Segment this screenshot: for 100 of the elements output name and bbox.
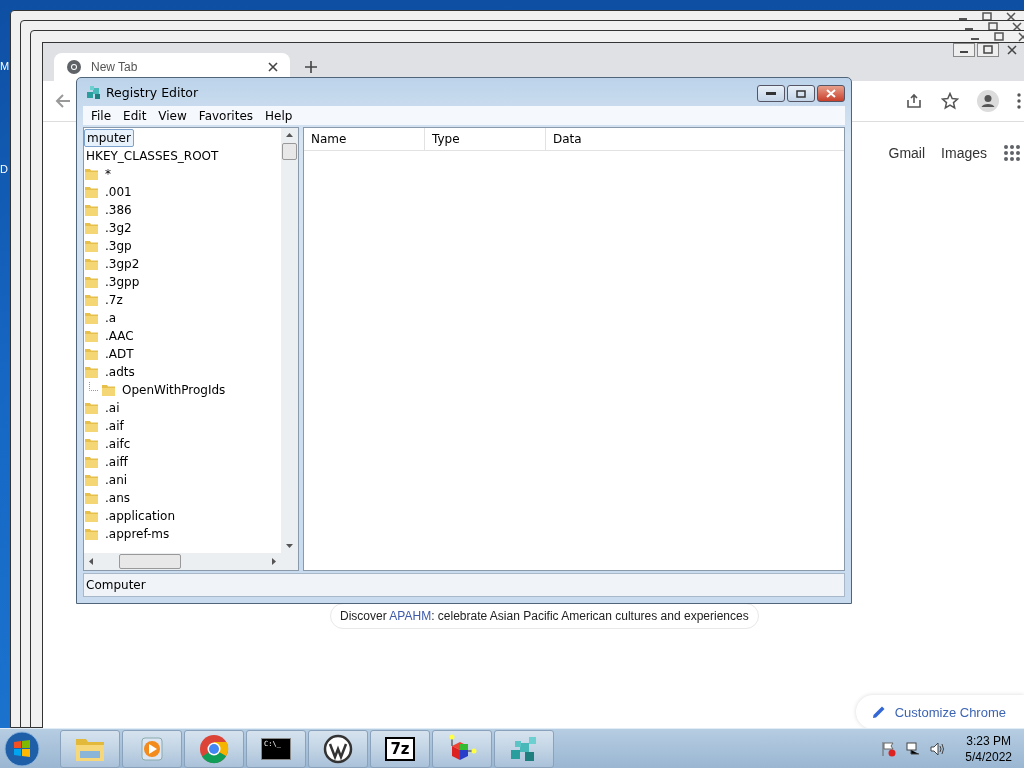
customize-chrome-button[interactable]: Customize Chrome — [855, 695, 1024, 729]
maximize-icon[interactable] — [991, 32, 1007, 42]
column-header[interactable]: Data — [546, 128, 844, 150]
tree-item[interactable]: .3gp2 — [105, 257, 140, 271]
tree-item[interactable]: .001 — [105, 185, 132, 199]
close-icon[interactable] — [1003, 12, 1019, 22]
taskbar-button[interactable]: 7z — [370, 729, 430, 768]
tree-connector — [89, 382, 99, 391]
folder-icon — [85, 473, 99, 487]
tree-item[interactable]: OpenWithProgIds — [122, 383, 226, 397]
chrome-icon — [66, 59, 82, 75]
minimize-icon — [766, 91, 776, 96]
tree-item[interactable]: .aifc — [105, 437, 131, 451]
menu-item[interactable]: File — [85, 108, 118, 123]
folder-icon — [85, 329, 99, 343]
scroll-left-icon[interactable] — [89, 558, 93, 565]
tree-item[interactable]: .ai — [105, 401, 120, 415]
tree-item[interactable]: * — [105, 167, 111, 181]
menu-item[interactable]: Help — [259, 108, 299, 123]
tree-item[interactable]: .ani — [105, 473, 128, 487]
share-icon[interactable] — [905, 92, 923, 110]
tree-item[interactable]: .3g2 — [105, 221, 132, 235]
menu-item[interactable]: Favorites — [192, 108, 260, 123]
folder-icon — [85, 185, 99, 199]
chrome-icon — [199, 733, 229, 764]
star-icon[interactable] — [941, 92, 959, 110]
gmail-link[interactable]: Gmail — [888, 145, 926, 161]
tree-item[interactable]: .ADT — [105, 347, 134, 361]
tree-item[interactable]: .AAC — [105, 329, 134, 343]
registry-cubes-icon — [509, 734, 539, 763]
tree-item[interactable]: .386 — [105, 203, 132, 217]
column-header[interactable]: Name — [304, 128, 425, 150]
vertical-scrollbar[interactable] — [281, 128, 298, 553]
folder-icon — [85, 419, 99, 433]
menu-icon[interactable] — [1017, 93, 1021, 109]
folder-icon — [85, 239, 99, 253]
back-arrow-icon[interactable] — [55, 93, 71, 109]
clock-time: 3:23 PM — [966, 732, 1011, 749]
speaker-icon[interactable] — [929, 740, 946, 757]
folder-icon — [85, 257, 99, 271]
tree-item[interactable]: .aif — [105, 419, 124, 433]
tree-item[interactable]: .3gpp — [105, 275, 140, 289]
folder-icon — [85, 293, 99, 307]
folder-icon — [85, 527, 99, 541]
network-icon[interactable] — [905, 740, 922, 757]
profile-icon[interactable] — [977, 90, 999, 112]
maximize-icon — [796, 89, 806, 98]
close-button[interactable] — [817, 85, 845, 102]
new-tab-icon[interactable] — [304, 60, 318, 74]
tree-item[interactable]: .application — [105, 509, 175, 523]
folder-icon — [102, 383, 116, 397]
clock[interactable]: 3:23 PM 5/4/2022 — [965, 732, 1012, 765]
folder-icon — [85, 491, 99, 505]
tree-item[interactable]: .ans — [105, 491, 131, 505]
close-icon — [826, 89, 836, 98]
menu-item[interactable]: Edit — [117, 108, 153, 123]
window-title: Registry Editor — [106, 84, 199, 100]
folder-icon — [85, 347, 99, 361]
maximize-icon[interactable] — [979, 12, 995, 22]
folder-icon — [85, 221, 99, 235]
flag-error-icon[interactable] — [881, 740, 898, 757]
folder-icon — [85, 275, 99, 289]
folder-icon — [85, 455, 99, 469]
tree-item[interactable]: HKEY_CLASSES_ROOT — [84, 147, 221, 165]
scroll-thumb[interactable] — [282, 143, 297, 160]
folder-icon — [85, 365, 99, 379]
minimize-icon[interactable] — [953, 43, 975, 57]
tree-item[interactable]: .7z — [105, 293, 123, 307]
status-text: Computer — [86, 578, 146, 592]
tree-item[interactable]: .3gp — [105, 239, 132, 253]
close-icon[interactable] — [268, 62, 278, 72]
scroll-down-icon[interactable] — [286, 544, 293, 548]
images-link[interactable]: Images — [941, 145, 987, 161]
minimize-button[interactable] — [757, 85, 785, 102]
maximize-button[interactable] — [787, 85, 815, 102]
tree-item[interactable]: .a — [105, 311, 117, 325]
tree-item[interactable]: mputer — [84, 129, 134, 147]
folder-icon — [85, 311, 99, 325]
tree-item[interactable]: .aiff — [105, 455, 128, 469]
column-header[interactable]: Type — [425, 128, 546, 150]
play-icon — [139, 735, 165, 762]
apps-grid-icon[interactable] — [1003, 144, 1021, 162]
taskbar-button[interactable] — [308, 729, 368, 768]
maximize-icon[interactable] — [985, 22, 1001, 32]
folder-icon — [85, 509, 99, 523]
folder-icon — [85, 203, 99, 217]
clock-date: 5/4/2022 — [965, 748, 1012, 765]
horizontal-scrollbar[interactable] — [84, 553, 298, 570]
taskbar-button[interactable] — [432, 729, 492, 768]
scroll-up-icon[interactable] — [286, 133, 293, 137]
tree-item[interactable]: .appref-ms — [105, 527, 170, 541]
folder-icon — [85, 437, 99, 451]
menu-item[interactable]: View — [152, 108, 193, 123]
registry-cubes-icon — [86, 84, 102, 100]
scroll-right-icon[interactable] — [272, 558, 276, 565]
tree-item[interactable]: .adts — [105, 365, 135, 379]
close-icon[interactable] — [1009, 22, 1024, 32]
scroll-thumb[interactable] — [119, 554, 181, 569]
desktop-icon-label: D — [0, 163, 8, 175]
start-button[interactable] — [4, 730, 40, 767]
